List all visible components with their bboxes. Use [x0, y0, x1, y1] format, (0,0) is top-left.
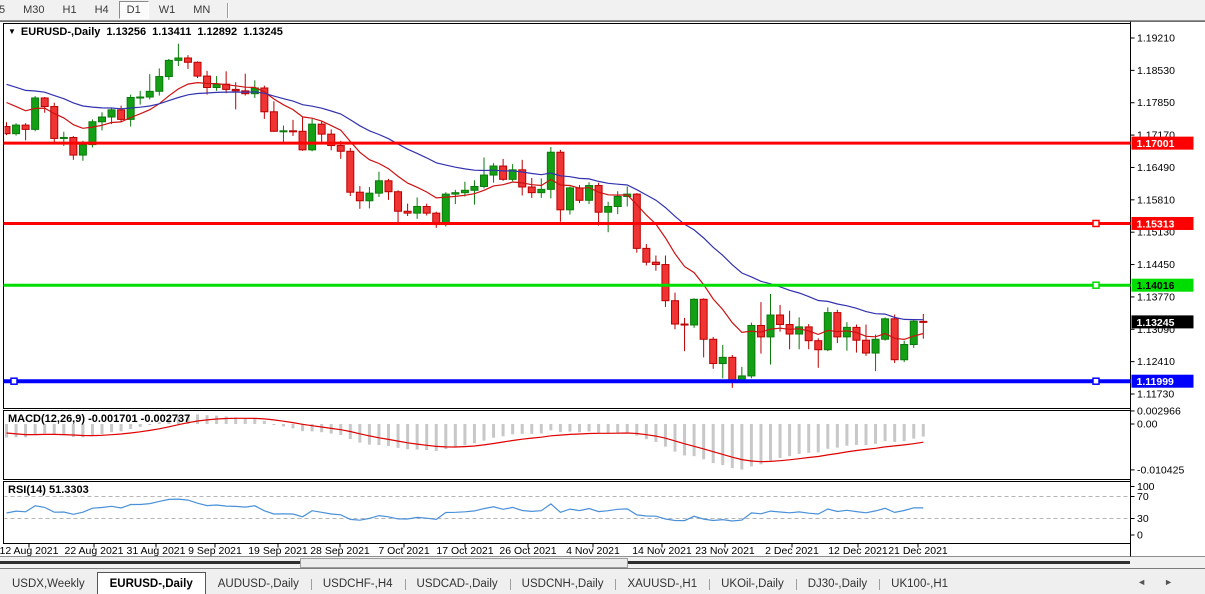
timeframe-button-h4[interactable]: H4 [87, 1, 117, 19]
macd-axis-label: 0.00 [1137, 419, 1158, 431]
timeframe-button-d1[interactable]: D1 [118, 1, 149, 19]
chart-tab-bar: USDX,Weekly EURUSD-,Daily AUDUSD-,Daily USD… [0, 568, 1205, 594]
date-label: 19 Sep 2021 [248, 545, 308, 557]
macd-axis-label: -0.010425 [1137, 464, 1184, 476]
chart-tab-audusd-daily[interactable]: AUDUSD-,Daily [206, 574, 311, 594]
chart-title: ▼ EURUSD-,Daily 1.13256 1.13411 1.12892 1.132… [8, 26, 283, 38]
timeframe-button-5[interactable]: 5 [0, 1, 13, 19]
scrollbar-thumb[interactable] [300, 558, 628, 568]
rsi-axis-label: 30 [1137, 513, 1149, 525]
date-label: 12 Dec 2021 [828, 545, 888, 557]
price-badge-1.15313: 1.15313 [1131, 216, 1194, 230]
tab-scroll-arrows: ◄► [1137, 577, 1191, 587]
date-axis[interactable]: 12 Aug 2021 22 Aug 2021 31 Aug 2021 9 Sep 2… [0, 543, 948, 558]
chart-tab-usdx-weekly[interactable]: USDX,Weekly [0, 574, 97, 594]
line-handle-1.11999-left[interactable] [10, 377, 18, 385]
dropdown-caret-icon[interactable]: ▼ [8, 27, 16, 36]
price-badge-1.11999-text: 1.11999 [1137, 376, 1175, 388]
current-price-badge-text: 1.13245 [1137, 317, 1175, 329]
axis-label: 1.16490 [1137, 162, 1175, 174]
chart-tab-usdcnh-daily[interactable]: USDCNH-,Daily [509, 574, 616, 594]
ohlc-low: 1.12892 [197, 26, 238, 38]
axis-label: 1.14450 [1137, 259, 1175, 271]
chart-tab-usdcad-daily[interactable]: USDCAD-,Daily [404, 574, 510, 594]
tab-scroll-left-icon[interactable]: ◄ [1137, 577, 1164, 587]
line-handle-1.15313-right[interactable] [1092, 219, 1100, 228]
date-label: 2 Dec 2021 [765, 545, 819, 557]
scrollbar-track-left[interactable] [0, 561, 301, 564]
axis-label: 1.11730 [1137, 389, 1174, 401]
chart-horizontal-scrollbar[interactable] [0, 557, 1205, 568]
date-label: 31 Aug 2021 [127, 545, 186, 557]
chart-tab-dj30-daily[interactable]: DJ30-,Daily [795, 574, 879, 594]
line-handle-1.14016-right[interactable] [1092, 281, 1100, 289]
chart-canvas[interactable]: 1.192101.185301.178501.171701.164901.158… [0, 0, 1205, 594]
date-label: 12 Aug 2021 [0, 545, 59, 557]
price-badge-1.14016: 1.14016 [1131, 278, 1194, 292]
ohlc-open: 1.13256 [106, 26, 147, 38]
axis-label: 1.18530 [1137, 65, 1175, 77]
chart-tab-usdchf-h4[interactable]: USDCHF-,H4 [310, 574, 405, 594]
scrollbar-track-right[interactable] [626, 561, 1130, 564]
timeframe-toolbar: 5 M30 H1 H4 D1 W1 MN [0, 0, 1205, 21]
price-badge-1.15313-text: 1.15313 [1137, 218, 1175, 230]
price-badge-1.17001-text: 1.17001 [1137, 138, 1175, 150]
date-label: 26 Oct 2021 [499, 545, 556, 557]
date-label: 14 Nov 2021 [632, 545, 692, 557]
rsi-axis-label: 70 [1137, 491, 1149, 503]
timeframe-button-mn[interactable]: MN [185, 1, 218, 19]
price-badge-1.11999: 1.11999 [1131, 374, 1194, 388]
rsi-indicator-label: RSI(14) 51.3303 [8, 484, 89, 496]
price-badge-1.14016-text: 1.14016 [1137, 280, 1175, 292]
rsi-panel[interactable] [3, 481, 1131, 544]
date-label: 23 Nov 2021 [695, 545, 755, 557]
timeframe-button-m30[interactable]: M30 [15, 1, 52, 19]
rsi-axis-label: 0 [1137, 530, 1143, 542]
timeframe-button-h1[interactable]: H1 [55, 1, 85, 19]
trading-app-window: 5 M30 H1 H4 D1 W1 MN 1.19210 1.18530 1.17850 1.17… [0, 0, 1205, 594]
line-handle-1.11999-right[interactable] [1092, 377, 1100, 385]
axis-label: 1.17850 [1137, 97, 1175, 109]
date-label: 4 Nov 2021 [566, 545, 620, 557]
macd-axis-label: 0.002966 [1137, 405, 1181, 417]
date-label: 21 Dec 2021 [888, 545, 948, 557]
ohlc-close: 1.13245 [243, 26, 283, 38]
macd-indicator-label: MACD(12,26,9) -0.001701 -0.002737 [8, 413, 191, 425]
price-badge-1.17001: 1.17001 [1131, 136, 1194, 150]
date-label: 7 Oct 2021 [378, 545, 430, 557]
axis-label: 1.13770 [1137, 291, 1175, 303]
axis-label: 1.19210 [1137, 33, 1175, 45]
date-label: 22 Aug 2021 [65, 545, 124, 557]
date-label: 17 Oct 2021 [436, 545, 493, 557]
current-price-badge: 1.13245 [1131, 315, 1194, 329]
chart-tab-uk100-h1[interactable]: UK100-,H1 [879, 574, 960, 594]
date-label: 28 Sep 2021 [310, 545, 370, 557]
axis-label: 1.12410 [1137, 356, 1175, 368]
chart-tab-xauusd-h1[interactable]: XAUUSD-,H1 [615, 574, 709, 594]
tab-scroll-right-icon[interactable]: ► [1164, 577, 1191, 587]
chart-tab-eurusd-daily[interactable]: EURUSD-,Daily [96, 572, 206, 594]
chart-tab-ukoil-daily[interactable]: UKOil-,Daily [709, 574, 796, 594]
chart-symbol-label: EURUSD-,Daily [20, 26, 101, 38]
toolbar-separator [227, 2, 230, 18]
axis-label: 1.15810 [1137, 194, 1175, 206]
timeframe-button-w1[interactable]: W1 [151, 1, 184, 19]
main-price-panel[interactable] [3, 23, 1131, 409]
date-label: 9 Sep 2021 [188, 545, 242, 557]
ohlc-high: 1.13411 [152, 26, 192, 38]
